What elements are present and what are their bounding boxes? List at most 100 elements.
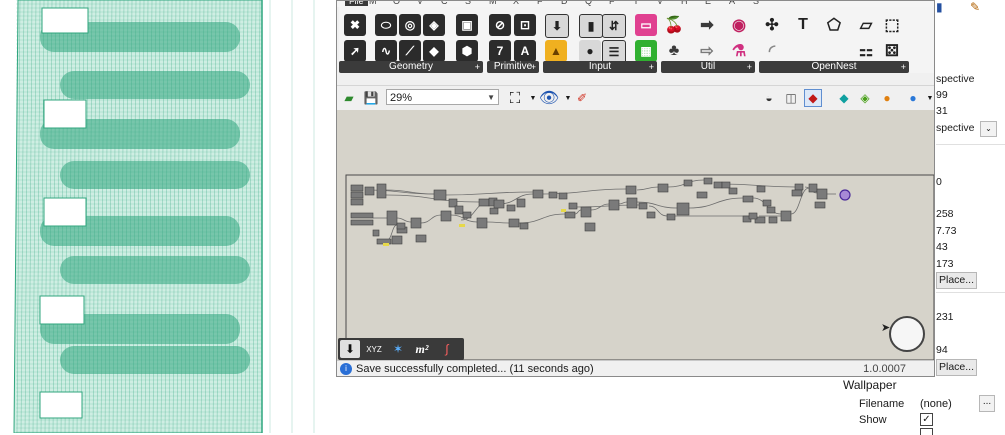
save-icon[interactable]: 💾 bbox=[362, 89, 380, 107]
toggle-input-icon[interactable]: ▮ bbox=[579, 14, 603, 38]
signal-icon[interactable]: ◜ bbox=[761, 40, 783, 62]
selected-preview-icon[interactable]: ◆ bbox=[835, 89, 853, 107]
prop-value-7: 43 bbox=[936, 241, 948, 253]
menu-item[interactable]: S bbox=[465, 1, 471, 6]
area-icon[interactable]: m² bbox=[412, 340, 432, 358]
menu-item[interactable]: C bbox=[441, 1, 448, 6]
slider-input-icon[interactable]: ⇵ bbox=[602, 14, 626, 38]
matrix-input-icon[interactable]: ▦ bbox=[635, 40, 657, 62]
curve-display-icon[interactable]: ∫ bbox=[437, 340, 457, 358]
menu-item[interactable]: D bbox=[561, 1, 568, 6]
sketch-pen-icon[interactable]: ✐ bbox=[573, 89, 591, 107]
pencil-icon[interactable]: ✎ bbox=[970, 0, 980, 14]
menu-item[interactable]: V bbox=[417, 1, 423, 6]
menu-item[interactable]: M bbox=[489, 1, 497, 6]
open-file-icon[interactable]: ▰ bbox=[340, 89, 358, 107]
chevron-down-icon[interactable]: ⌄ bbox=[980, 121, 997, 137]
zoom-select[interactable]: 29% ▼ bbox=[386, 89, 499, 105]
section-title: Wallpaper bbox=[843, 378, 897, 392]
chevron-down-icon[interactable]: ▼ bbox=[487, 90, 495, 106]
boolean-component-icon[interactable]: ⊘ bbox=[489, 14, 511, 36]
button-input-icon[interactable]: ● bbox=[579, 40, 601, 62]
preview-mode-icon[interactable]: ◒ bbox=[760, 89, 778, 107]
arrow-outline-icon[interactable]: ⇨ bbox=[696, 40, 718, 62]
viewport-icon[interactable]: ▮ bbox=[936, 0, 943, 14]
colour-input-icon[interactable]: ▭ bbox=[635, 14, 657, 36]
circles-grid-icon[interactable]: ⚏ bbox=[855, 40, 877, 62]
eye-icon[interactable]: 👁 bbox=[539, 89, 559, 107]
mesh-component-icon[interactable]: ◆ bbox=[423, 40, 445, 62]
material-preview-icon[interactable]: ● bbox=[878, 89, 896, 107]
ribbon-group-input: ⬇ ▮ ⇵ ▭ ▲ ● ☰ ▦ Input + bbox=[543, 7, 659, 73]
shaded-preview-icon[interactable]: ◆ bbox=[804, 89, 822, 107]
menu-item[interactable]: X bbox=[513, 1, 519, 6]
parallelogram-icon[interactable]: ▱ bbox=[855, 14, 877, 36]
checkbox[interactable] bbox=[920, 428, 933, 435]
ribbon-group-label[interactable]: Primitive + bbox=[487, 61, 539, 73]
place-button[interactable]: Place... bbox=[936, 272, 977, 289]
menu-item[interactable]: H bbox=[681, 1, 688, 6]
graph-input-icon[interactable]: ▲ bbox=[545, 40, 567, 62]
menu-item[interactable]: File bbox=[345, 1, 368, 6]
zoom-extents-icon[interactable]: ⛶ bbox=[506, 89, 524, 107]
browse-button[interactable]: ... bbox=[979, 395, 995, 412]
rhino-viewport[interactable] bbox=[0, 0, 336, 433]
panel-input-icon[interactable]: ⬇ bbox=[545, 14, 569, 38]
text-t-icon[interactable]: T bbox=[792, 14, 814, 36]
brep-component-icon[interactable]: ◈ bbox=[423, 14, 445, 36]
chevron-down-icon[interactable]: ▼ bbox=[921, 89, 934, 107]
curve-component-icon[interactable]: ∿ bbox=[375, 40, 397, 62]
line-component-icon[interactable]: ⟋ bbox=[399, 40, 421, 62]
divider bbox=[936, 292, 1005, 293]
text-component-icon[interactable]: A bbox=[514, 40, 536, 62]
cherry-icon[interactable]: 🍒 bbox=[663, 14, 685, 36]
cube-icon[interactable]: ⬚ bbox=[881, 14, 903, 36]
download-icon[interactable]: ⬇ bbox=[340, 340, 360, 358]
fan-icon[interactable]: ✣ bbox=[761, 14, 783, 36]
prop-value-5: 258 bbox=[936, 208, 954, 220]
vector-display-icon[interactable]: ✶ bbox=[388, 340, 408, 358]
menu-item[interactable]: F bbox=[537, 1, 543, 6]
definition-graph[interactable] bbox=[337, 110, 934, 360]
group-component-icon[interactable]: ⬢ bbox=[456, 40, 478, 62]
display-sphere-icon[interactable]: ● bbox=[904, 89, 922, 107]
place-button[interactable]: Place... bbox=[936, 359, 977, 376]
circle-component-icon[interactable]: ⬭ bbox=[375, 14, 397, 36]
vector-component-icon[interactable]: ➚ bbox=[344, 40, 366, 62]
xyz-icon[interactable]: XYZ bbox=[364, 340, 384, 358]
grasshopper-canvas[interactable] bbox=[337, 110, 934, 360]
menu-item[interactable]: V bbox=[657, 1, 663, 6]
menu-item[interactable]: Q bbox=[585, 1, 592, 6]
ribbon-group-label[interactable]: Util + bbox=[661, 61, 755, 73]
prop-value-8: 173 bbox=[936, 258, 954, 270]
document-preview-icon[interactable]: ◈ bbox=[856, 89, 874, 107]
dice-icon[interactable]: ⚄ bbox=[881, 40, 903, 62]
menu-item[interactable]: A bbox=[729, 1, 735, 6]
canvas-navigation-dial[interactable] bbox=[889, 316, 925, 352]
prop-value-4: 0 bbox=[936, 176, 942, 188]
menu-item[interactable]: F bbox=[609, 1, 615, 6]
flask-icon[interactable]: ⚗ bbox=[728, 40, 750, 62]
tree-icon[interactable]: ♣ bbox=[663, 40, 685, 62]
pin-icon[interactable]: ➤ bbox=[881, 321, 890, 334]
menu-item[interactable]: Y bbox=[633, 1, 639, 6]
menu-item[interactable]: M bbox=[369, 1, 377, 6]
projection-select[interactable]: spective bbox=[936, 121, 975, 136]
surface-component-icon[interactable]: ◎ bbox=[399, 14, 421, 36]
menu-item[interactable]: E bbox=[705, 1, 711, 6]
integer-component-icon[interactable]: ⊡ bbox=[514, 14, 536, 36]
geometry-component-icon[interactable]: ✖ bbox=[344, 14, 366, 36]
box-component-icon[interactable]: ▣ bbox=[456, 14, 478, 36]
target-icon[interactable]: ◉ bbox=[728, 14, 750, 36]
ribbon-group-label[interactable]: OpenNest + bbox=[759, 61, 909, 73]
show-checkbox[interactable]: ✓ bbox=[920, 413, 933, 426]
menu-item[interactable]: O bbox=[393, 1, 400, 6]
number-component-icon[interactable]: 7 bbox=[489, 40, 511, 62]
wireframe-icon[interactable]: ◫ bbox=[782, 89, 800, 107]
polygon-icon[interactable]: ⬠ bbox=[823, 14, 845, 36]
grasshopper-window: File M O V C S M X F D Q F Y V H E A S ✖ ⬭ ◎ ◈ ▣ ➚ ∿ ⟋ ◆ … bbox=[336, 0, 935, 377]
arrow-right-icon[interactable]: ➡ bbox=[696, 14, 718, 36]
ribbon-group-label[interactable]: Input + bbox=[543, 61, 657, 73]
ribbon-group-label[interactable]: Geometry + bbox=[339, 61, 483, 73]
menu-item[interactable]: S bbox=[753, 1, 759, 6]
